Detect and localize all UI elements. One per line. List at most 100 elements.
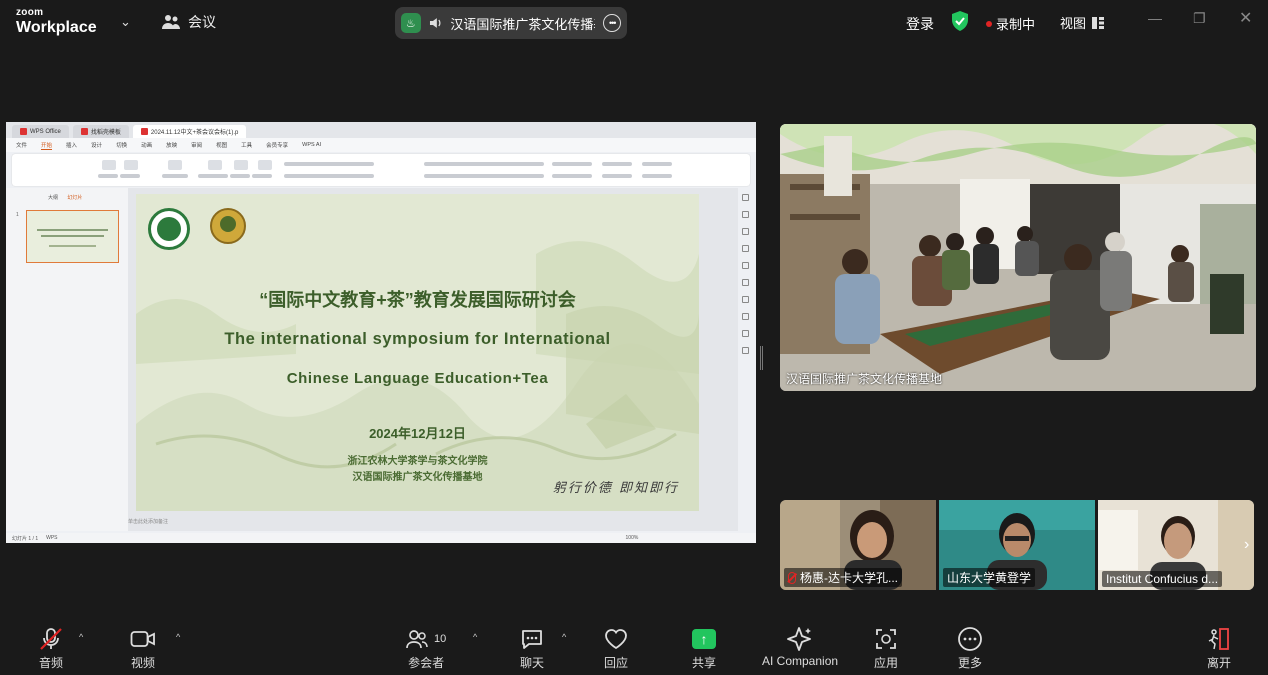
view-button[interactable]: 视图 [1060,13,1105,32]
participant-tile[interactable]: 杨惠-达卡大学孔... [780,500,936,590]
tab-slides[interactable]: 幻灯片 [67,195,82,201]
more-icon [958,627,982,651]
slide-title-en-line2: Chinese Language Education+Tea [286,370,549,387]
title-bar: zoom Workplace ⌄ 会议 ♨ 汉语国际推广茶文化传播基 ••• 登… [0,0,1268,44]
university-logo [148,208,190,250]
tool-icon[interactable] [741,211,749,218]
room-video-tile[interactable]: 汉语国际推广茶文化传播基地 [780,124,1256,391]
login-button[interactable]: 登录 [906,14,934,34]
more-options-icon[interactable]: ••• [603,14,621,32]
resize-handle[interactable] [760,346,763,370]
menu-design[interactable]: 设计 [91,141,102,149]
panel-tabs: 大纲 幻灯片 [48,194,90,201]
tool-icon[interactable] [741,262,749,269]
zoom-workplace-logo[interactable]: zoom Workplace [16,8,97,36]
restore-icon[interactable]: ❐ [1193,10,1206,27]
apps-button[interactable]: 应用 [874,626,898,671]
menu-home[interactable]: 开始 [41,141,53,150]
ai-sparkle-icon [787,627,812,651]
menu-review[interactable]: 审阅 [191,141,202,149]
ppt-file-icon [140,128,148,135]
leave-button[interactable]: 离开 [1206,626,1232,671]
video-button[interactable]: 视频 [130,626,156,671]
participants-options-chevron-icon[interactable]: ^ [473,632,477,642]
college-logo [210,208,246,244]
more-button[interactable]: 更多 [957,626,983,671]
room-video-frame [780,124,1256,391]
tool-icon[interactable] [741,296,749,303]
record-dot-icon [986,20,992,27]
active-speaker-pill[interactable]: ♨ 汉语国际推广茶文化传播基 ••• [395,7,627,39]
slide-panel: 大纲 幻灯片 1 [6,188,128,531]
zoom-level[interactable]: 100% [626,535,639,541]
room-name-label: 汉语国际推广茶文化传播基地 [786,372,943,386]
share-button[interactable]: ↑ 共享 [692,626,716,671]
menu-insert[interactable]: 插入 [66,141,77,149]
reactions-button[interactable]: 回应 [604,626,628,671]
menu-wps-ai[interactable]: WPS AI [302,142,321,148]
tool-icon[interactable] [741,347,749,354]
wps-logo-icon [20,128,27,135]
minimize-icon[interactable]: — [1148,10,1162,26]
tab-outline[interactable]: 大纲 [48,195,58,201]
meeting-toolbar: 音频 ^ 视频 ^ 10 参会者 ^ 聊天 ^ 回应 ↑ 共享 AI Compa… [0,616,1268,675]
tool-icon[interactable] [741,245,749,252]
slide-number: 1 [16,212,19,218]
wps-status-bar: 幻灯片 1 / 1 WPS 100% [6,533,756,543]
tea-base-avatar-icon: ♨ [401,13,421,33]
notes-placeholder[interactable]: 单击此处添加备注 [128,518,168,525]
menu-tools[interactable]: 工具 [241,141,252,149]
menu-view[interactable]: 视图 [216,141,227,149]
slide-canvas[interactable]: “国际中文教育+茶”教育发展国际研讨会 The international sy… [128,188,738,531]
grid-view-icon [1092,16,1105,29]
recording-indicator[interactable]: 录制中 [986,14,1035,33]
video-options-chevron-icon[interactable]: ^ [176,632,180,642]
shared-screen[interactable]: WPS Office 找稻壳模板 2024.11.12中文+茶会议会标(1).p… [6,122,756,543]
meeting-menu-button[interactable]: 会议 [162,12,216,32]
participant-label: Institut Confucius d... [1102,571,1223,587]
slide-thumbnail[interactable] [26,210,119,263]
wps-tab-active[interactable]: 2024.11.12中文+茶会议会标(1).p [132,125,247,138]
slide-title-en-line1: The international symposium for Internat… [224,330,611,348]
slide-count: 幻灯片 1 / 1 [12,535,39,542]
active-speaker-name: 汉语国际推广茶文化传播基 [450,16,596,32]
participants-button[interactable]: 10 参会者 [406,626,446,671]
camera-icon [130,631,155,647]
menu-file[interactable]: 文件 [16,141,27,149]
wps-tab[interactable]: WPS Office [12,125,69,138]
slide-motto: 躬行价德 即知即行 [552,481,679,496]
meeting-label: 会议 [188,14,216,30]
mic-muted-icon [40,628,62,650]
chat-icon [522,630,542,649]
template-icon [80,128,88,135]
slide-organizer-1: 浙江农林大学茶学与茶文化学院 [347,456,488,467]
tool-icon[interactable] [741,194,749,201]
chevron-down-icon[interactable]: ⌄ [120,14,131,30]
tool-icon[interactable] [741,313,749,320]
security-shield-icon[interactable] [952,11,968,31]
close-icon[interactable]: ✕ [1239,8,1252,28]
menu-animation[interactable]: 动画 [141,141,152,149]
wps-menu-bar: 文件 开始 插入 设计 切换 动画 放映 审阅 视图 工具 会员专享 WPS A… [6,138,756,152]
audio-options-chevron-icon[interactable]: ^ [79,632,83,642]
participant-label: 杨惠-达卡大学孔... [784,568,902,587]
wps-tab[interactable]: 找稻壳模板 [72,125,129,138]
menu-slideshow[interactable]: 放映 [166,141,177,149]
participant-tile[interactable]: Institut Confucius d... [1098,500,1254,590]
next-page-chevron-icon[interactable]: › [1244,536,1249,554]
participants-count: 10 [434,633,447,645]
chat-button[interactable]: 聊天 [520,626,544,671]
ai-companion-button[interactable]: AI Companion [762,626,838,668]
audio-button[interactable]: 音频 [38,626,64,671]
people-icon [162,15,180,29]
tool-icon[interactable] [741,279,749,286]
participants-icon [406,630,428,649]
participant-tile[interactable]: 山东大学黄登学 [939,500,1095,590]
menu-transition[interactable]: 切换 [116,141,127,149]
status-app: WPS [46,535,58,541]
menu-member[interactable]: 会员专享 [266,141,288,149]
wps-ribbon [12,154,750,186]
tool-icon[interactable] [741,228,749,235]
tool-icon[interactable] [741,330,749,337]
chat-options-chevron-icon[interactable]: ^ [562,632,566,642]
